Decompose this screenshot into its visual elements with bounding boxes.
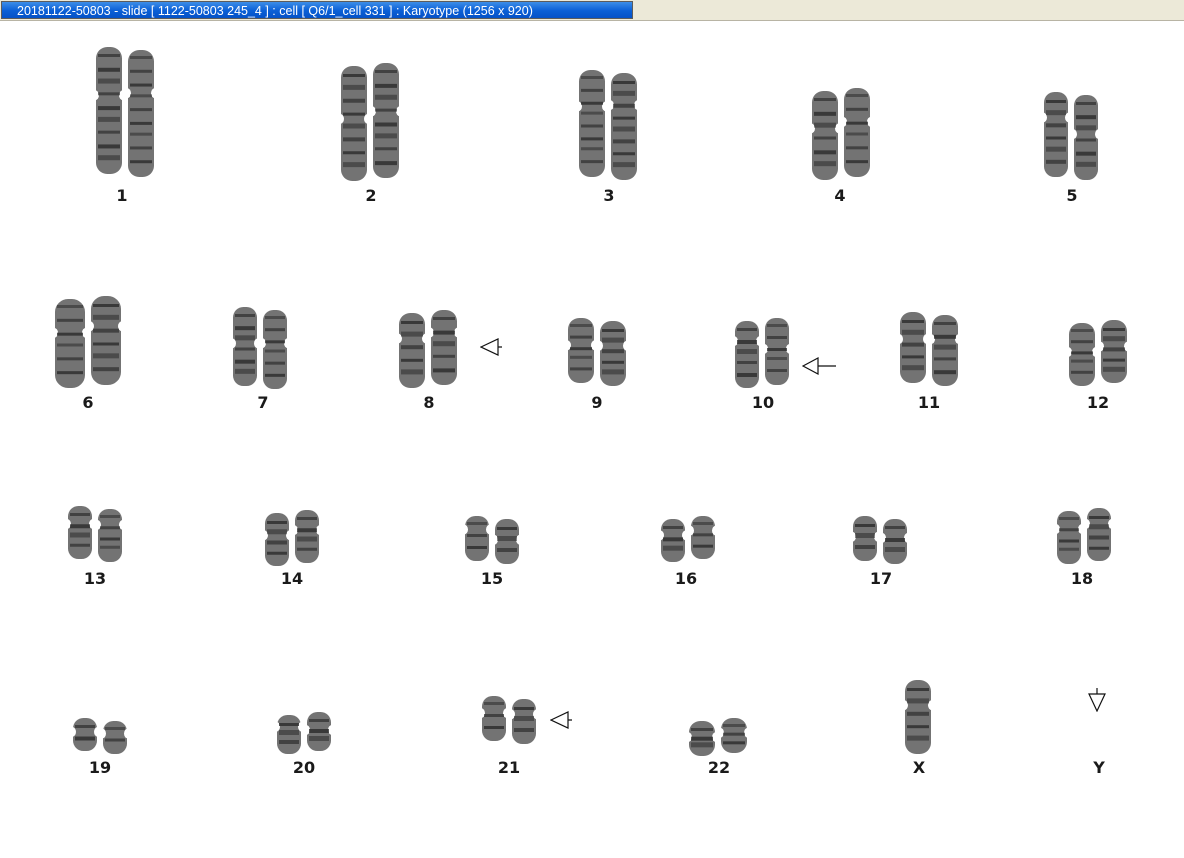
chromosome-label-12: 12 — [1086, 393, 1110, 412]
title-bar: 20181122-50803 - slide [ 1122-50803 245_… — [0, 0, 1184, 21]
chromosome-label-1: 1 — [116, 186, 128, 205]
chromosome-label-5: 5 — [1066, 186, 1078, 205]
chromosome-image-9 — [563, 318, 631, 386]
chromosome-pair-x[interactable] — [900, 680, 936, 754]
chromosome-pair-11[interactable] — [895, 312, 963, 386]
chromosome-image-2 — [336, 63, 404, 181]
chromosome-label-20: 20 — [292, 758, 316, 777]
chromosome-pair-6[interactable] — [50, 296, 126, 388]
chromosome-pair-18[interactable] — [1052, 508, 1116, 564]
chromosome-pair-8[interactable] — [394, 310, 462, 388]
chromosome-image-13 — [63, 506, 127, 562]
chromosome-image-10 — [730, 318, 794, 388]
chromosome-pair-14[interactable] — [260, 510, 324, 566]
chromosome-image-19 — [68, 718, 132, 754]
chromosome-image-6 — [50, 296, 126, 388]
chromosome-pair-21[interactable] — [477, 696, 541, 744]
chromosome-pair-5[interactable] — [1039, 92, 1103, 180]
chromosome-image-17 — [848, 516, 912, 564]
chromosome-pair-2[interactable] — [336, 63, 404, 181]
chromosome-image-16 — [656, 516, 720, 562]
chromosome-label-11: 11 — [917, 393, 941, 412]
chromosome-label-22: 22 — [707, 758, 731, 777]
chromosome-label-8: 8 — [423, 393, 435, 412]
chromosome-image-4 — [807, 88, 875, 180]
chromosome-label-y: Y — [1093, 758, 1105, 777]
chromosome-pair-7[interactable] — [228, 307, 292, 389]
arrow-left-outline-icon — [549, 711, 572, 734]
chromosome-label-9: 9 — [591, 393, 603, 412]
chromosome-pair-12[interactable] — [1064, 320, 1132, 386]
chromosome-image-20 — [272, 712, 336, 754]
chromosome-label-14: 14 — [280, 569, 304, 588]
chromosome-image-11 — [895, 312, 963, 386]
chromosome-image-18 — [1052, 508, 1116, 564]
chromosome-label-15: 15 — [480, 569, 504, 588]
chromosome-pair-22[interactable] — [684, 718, 752, 756]
karyotype-canvas: 1 2 3 4 5 6 7 8 9 10 11 12 13 14 15 16 17 18 19 20 21 22 X Y — [0, 21, 1184, 858]
chromosome-image-14 — [260, 510, 324, 566]
chromosome-image-3 — [574, 70, 642, 180]
chromosome-image-x — [900, 680, 936, 754]
chromosome-label-2: 2 — [365, 186, 377, 205]
chromosome-label-19: 19 — [88, 758, 112, 777]
chromosome-pair-13[interactable] — [63, 506, 127, 562]
chromosome-pair-16[interactable] — [656, 516, 720, 562]
chromosome-pair-3[interactable] — [574, 70, 642, 180]
chromosome-label-21: 21 — [497, 758, 521, 777]
chromosome-pair-20[interactable] — [272, 712, 336, 754]
chromosome-pair-19[interactable] — [68, 718, 132, 754]
chromosome-image-21 — [477, 696, 541, 744]
chromosome-image-15 — [460, 516, 524, 564]
chromosome-label-18: 18 — [1070, 569, 1094, 588]
arrow-down-outline-icon — [1088, 688, 1106, 717]
chromosome-label-17: 17 — [869, 569, 893, 588]
chromosome-image-22 — [684, 718, 752, 756]
chromosome-image-1 — [91, 47, 159, 177]
chromosome-image-8 — [394, 310, 462, 388]
chromosome-label-3: 3 — [603, 186, 615, 205]
chromosome-label-x: X — [912, 758, 926, 777]
window-title: 20181122-50803 - slide [ 1122-50803 245_… — [17, 4, 533, 18]
chromosome-pair-9[interactable] — [563, 318, 631, 386]
chromosome-label-4: 4 — [834, 186, 846, 205]
chromosome-label-16: 16 — [674, 569, 698, 588]
window-title-tab[interactable]: 20181122-50803 - slide [ 1122-50803 245_… — [1, 1, 633, 19]
chromosome-label-6: 6 — [82, 393, 94, 412]
chromosome-label-7: 7 — [257, 393, 269, 412]
chromosome-image-12 — [1064, 320, 1132, 386]
chromosome-pair-15[interactable] — [460, 516, 524, 564]
chromosome-pair-4[interactable] — [807, 88, 875, 180]
chromosome-pair-10[interactable] — [730, 318, 794, 388]
chromosome-image-7 — [228, 307, 292, 389]
chromosome-label-13: 13 — [83, 569, 107, 588]
arrow-left-long-icon — [801, 357, 836, 380]
arrow-left-outline-icon — [479, 338, 502, 361]
chromosome-image-5 — [1039, 92, 1103, 180]
chromosome-pair-1[interactable] — [91, 47, 159, 177]
chromosome-label-10: 10 — [751, 393, 775, 412]
chromosome-pair-17[interactable] — [848, 516, 912, 564]
